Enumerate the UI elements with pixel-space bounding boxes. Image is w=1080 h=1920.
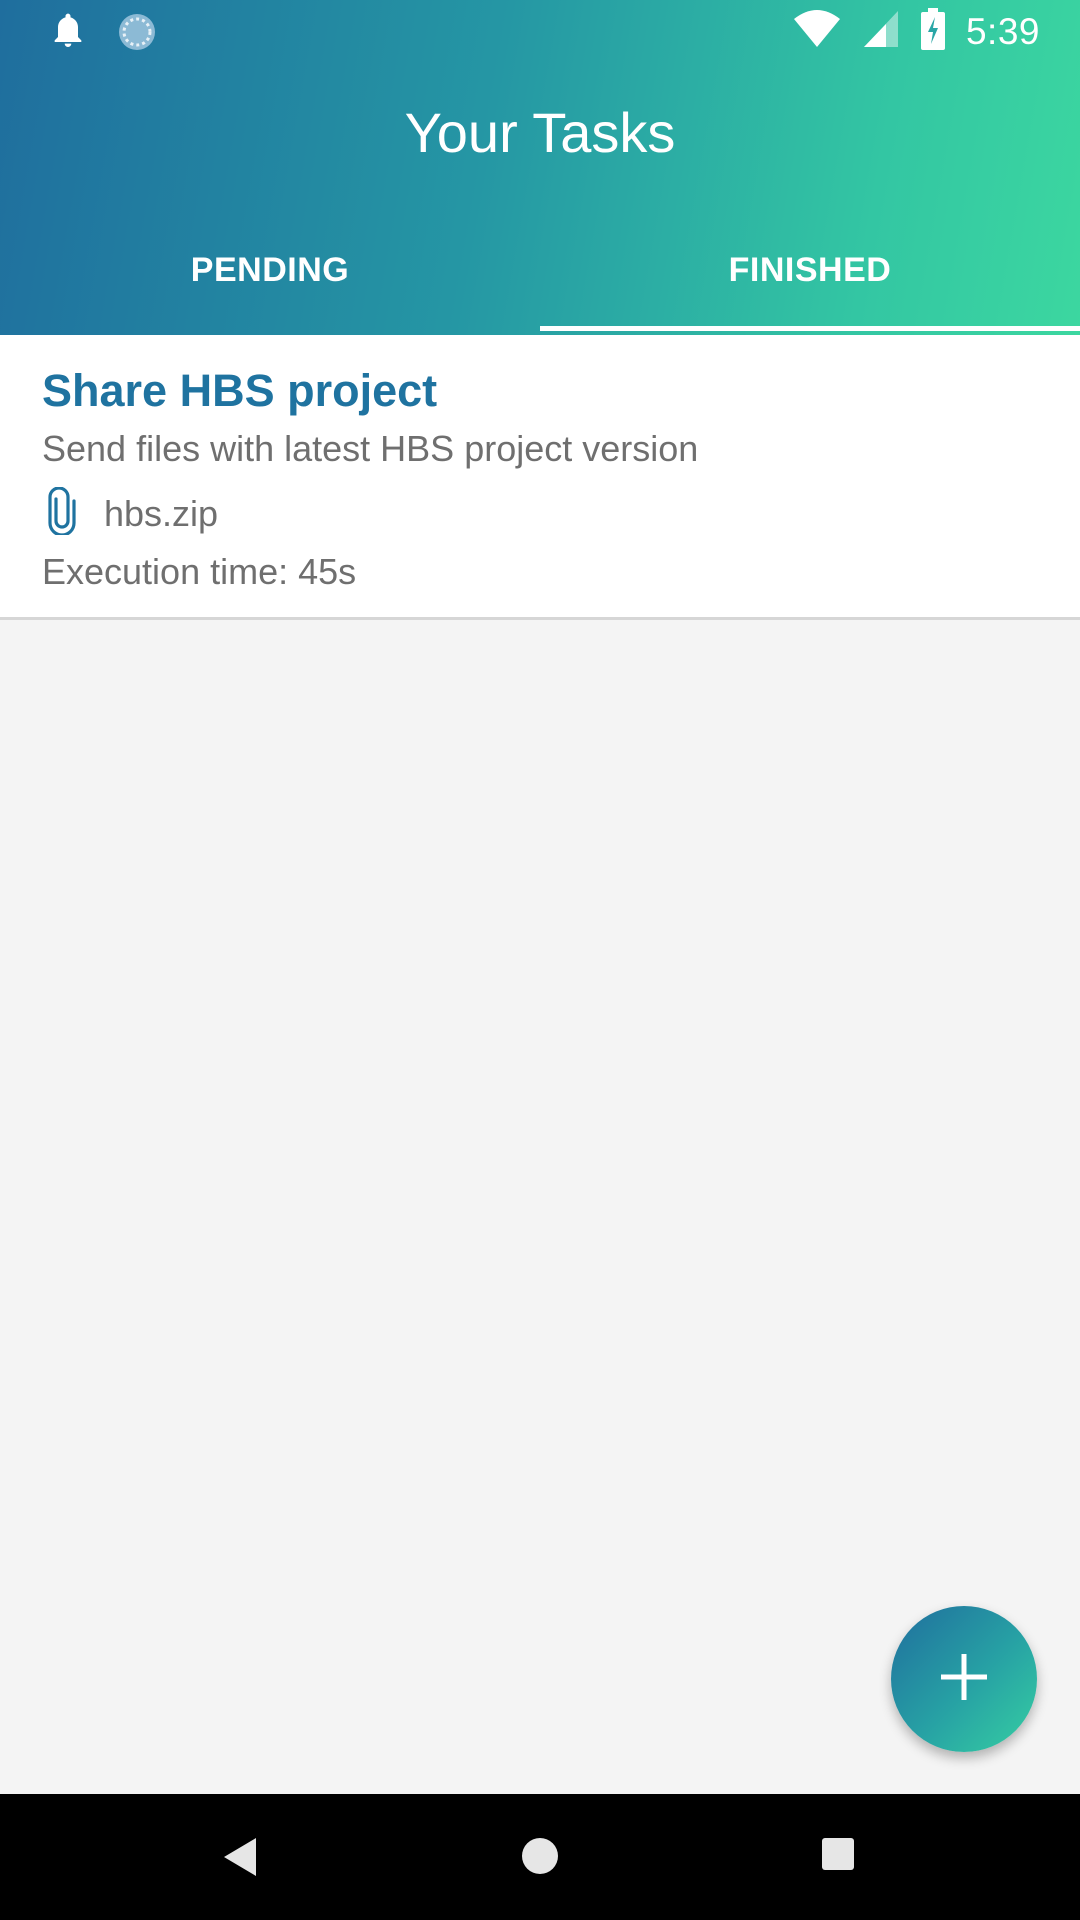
screen: 5:39 Your Tasks PENDING FINISHED Share H… [0, 0, 1080, 1920]
tab-indicator [540, 326, 1080, 331]
status-bar: 5:39 [0, 0, 1080, 64]
task-description: Send files with latest HBS project versi… [42, 428, 699, 469]
status-bar-right: 5:39 [792, 8, 1040, 55]
task-title: Share HBS project [42, 365, 438, 416]
status-bar-left [48, 10, 158, 59]
home-icon[interactable] [520, 1836, 560, 1881]
wifi-icon [792, 9, 842, 54]
tab-pending[interactable]: PENDING [0, 225, 540, 335]
attachment-filename: hbs.zip [104, 492, 219, 534]
sync-icon [116, 11, 158, 58]
battery-charging-icon [920, 8, 946, 55]
status-time: 5:39 [965, 10, 1040, 52]
tab-bar: PENDING FINISHED [0, 225, 1080, 335]
add-task-button[interactable] [891, 1606, 1037, 1752]
task-card[interactable]: Share HBS project Send files with latest… [0, 335, 1080, 620]
paperclip-icon [42, 486, 82, 540]
tab-finished[interactable]: FINISHED [540, 225, 1080, 335]
execution-time: Execution time: 45s [42, 551, 357, 592]
task-attachment[interactable]: hbs.zip [42, 486, 219, 540]
back-icon[interactable] [222, 1836, 258, 1883]
bell-icon [48, 10, 88, 59]
app-bar: 5:39 Your Tasks PENDING FINISHED [0, 0, 1080, 335]
navigation-bar [0, 1794, 1080, 1920]
plus-icon [939, 1652, 989, 1707]
signal-icon [862, 9, 900, 54]
recents-icon[interactable] [820, 1836, 856, 1877]
page-title: Your Tasks [404, 101, 676, 164]
